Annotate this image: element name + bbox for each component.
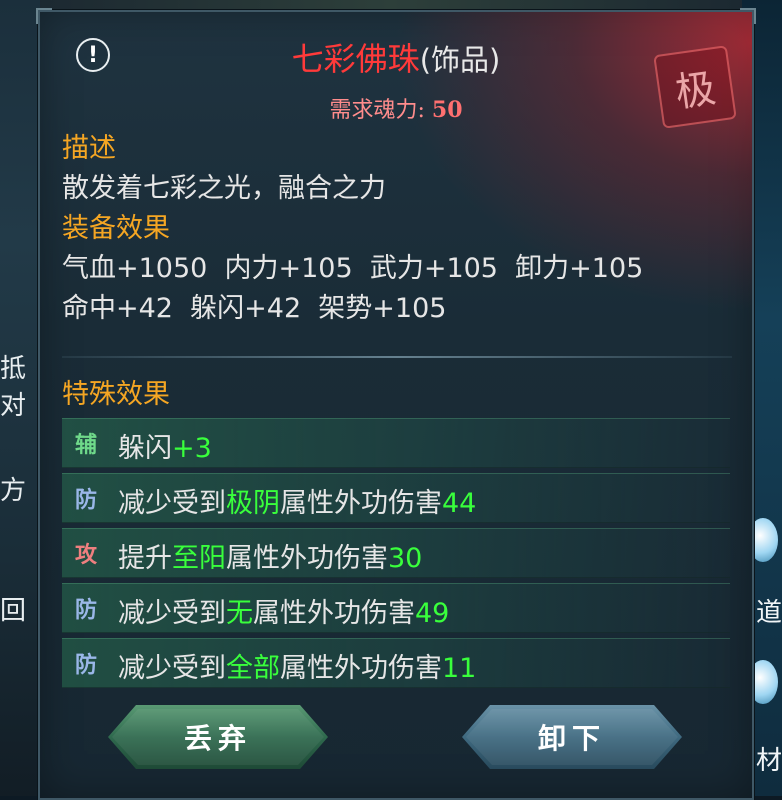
effect-attribute: 全部 (226, 653, 280, 684)
attack-tag-icon: 攻 (74, 542, 97, 568)
effect-value: +3 (172, 433, 212, 464)
effect-prefix: 躲闪 (118, 433, 172, 464)
effect-suffix: 属性外功伤害 (280, 653, 442, 684)
special-effect-text: 提升至阳属性外功伤害30 (118, 536, 422, 575)
effect-attribute: 无 (226, 598, 253, 629)
item-name: 七彩佛珠 (291, 40, 420, 78)
effect-value: 11 (442, 653, 477, 684)
effect-prefix: 减少受到 (118, 598, 226, 629)
defense-tag-icon: 防 (74, 597, 97, 623)
special-effect-row: 防 减少受到极阴属性外功伤害44 (62, 473, 730, 523)
item-title: 七彩佛珠(饰品) (40, 34, 752, 80)
special-effect-text: 躲闪+3 (118, 426, 212, 465)
background-text-fragment: 道 (755, 598, 782, 628)
special-effect-row: 辅 躲闪+3 (62, 418, 730, 468)
soul-power-requirement: 需求魂力: 50 (40, 92, 752, 124)
equip-effects-line: 命中+42 躲闪+42 架势+105 (62, 293, 447, 324)
panel-corner-ornament (740, 8, 756, 24)
discard-button-label: 丢弃 (183, 722, 252, 755)
special-effect-row: 防 减少受到全部属性外功伤害11 (62, 638, 730, 688)
description-heading: 描述 (62, 133, 116, 164)
defense-tag-icon: 防 (74, 487, 97, 513)
section-divider (62, 356, 732, 358)
assist-tag-icon: 辅 (74, 432, 97, 458)
background-text-fragment: 抵对 (0, 354, 27, 421)
background-left-scene: 抵对 方 回 (0, 0, 40, 796)
defense-tag-icon: 防 (74, 652, 97, 678)
special-effect-text: 减少受到极阴属性外功伤害44 (118, 481, 476, 520)
special-effect-row: 防 减少受到无属性外功伤害49 (62, 583, 730, 633)
background-text-fragment: 回 (0, 596, 27, 626)
requirement-value: 50 (431, 97, 463, 123)
effect-value: 49 (415, 598, 450, 629)
discard-button[interactable]: 丢弃 (108, 705, 328, 769)
background-text-fragment: 材 (755, 746, 782, 776)
equip-effects-heading: 装备效果 (62, 213, 170, 244)
special-effect-row: 攻 提升至阳属性外功伤害30 (62, 528, 730, 578)
effect-attribute: 至阳 (172, 543, 226, 574)
effect-prefix: 提升 (118, 543, 172, 574)
item-tooltip-panel: ! 七彩佛珠(饰品) 极 需求魂力: 50 描述 散发着七彩之光，融合之力 装备… (36, 8, 756, 800)
effect-prefix: 减少受到 (118, 653, 226, 684)
special-effects-heading: 特殊效果 (62, 379, 170, 410)
effect-attribute: 极阴 (226, 488, 280, 519)
effect-value: 30 (388, 543, 423, 574)
item-category: (饰品) (419, 43, 501, 77)
equip-effects-line: 气血+1050 内力+105 武力+105 卸力+105 (62, 253, 644, 284)
effect-prefix: 减少受到 (118, 488, 226, 519)
special-effect-text: 减少受到无属性外功伤害49 (118, 591, 449, 630)
effect-suffix: 属性外功伤害 (253, 598, 415, 629)
unequip-button-label: 卸下 (537, 722, 606, 755)
effect-value: 44 (442, 488, 477, 519)
effect-suffix: 属性外功伤害 (280, 488, 442, 519)
requirement-label: 需求魂力: (329, 98, 425, 123)
unequip-button[interactable]: 卸下 (462, 705, 682, 769)
special-effect-text: 减少受到全部属性外功伤害11 (118, 646, 476, 685)
background-text-fragment: 方 (0, 476, 27, 506)
description-text: 散发着七彩之光，融合之力 (62, 173, 386, 204)
panel-corner-ornament (36, 8, 52, 24)
effect-suffix: 属性外功伤害 (226, 543, 388, 574)
